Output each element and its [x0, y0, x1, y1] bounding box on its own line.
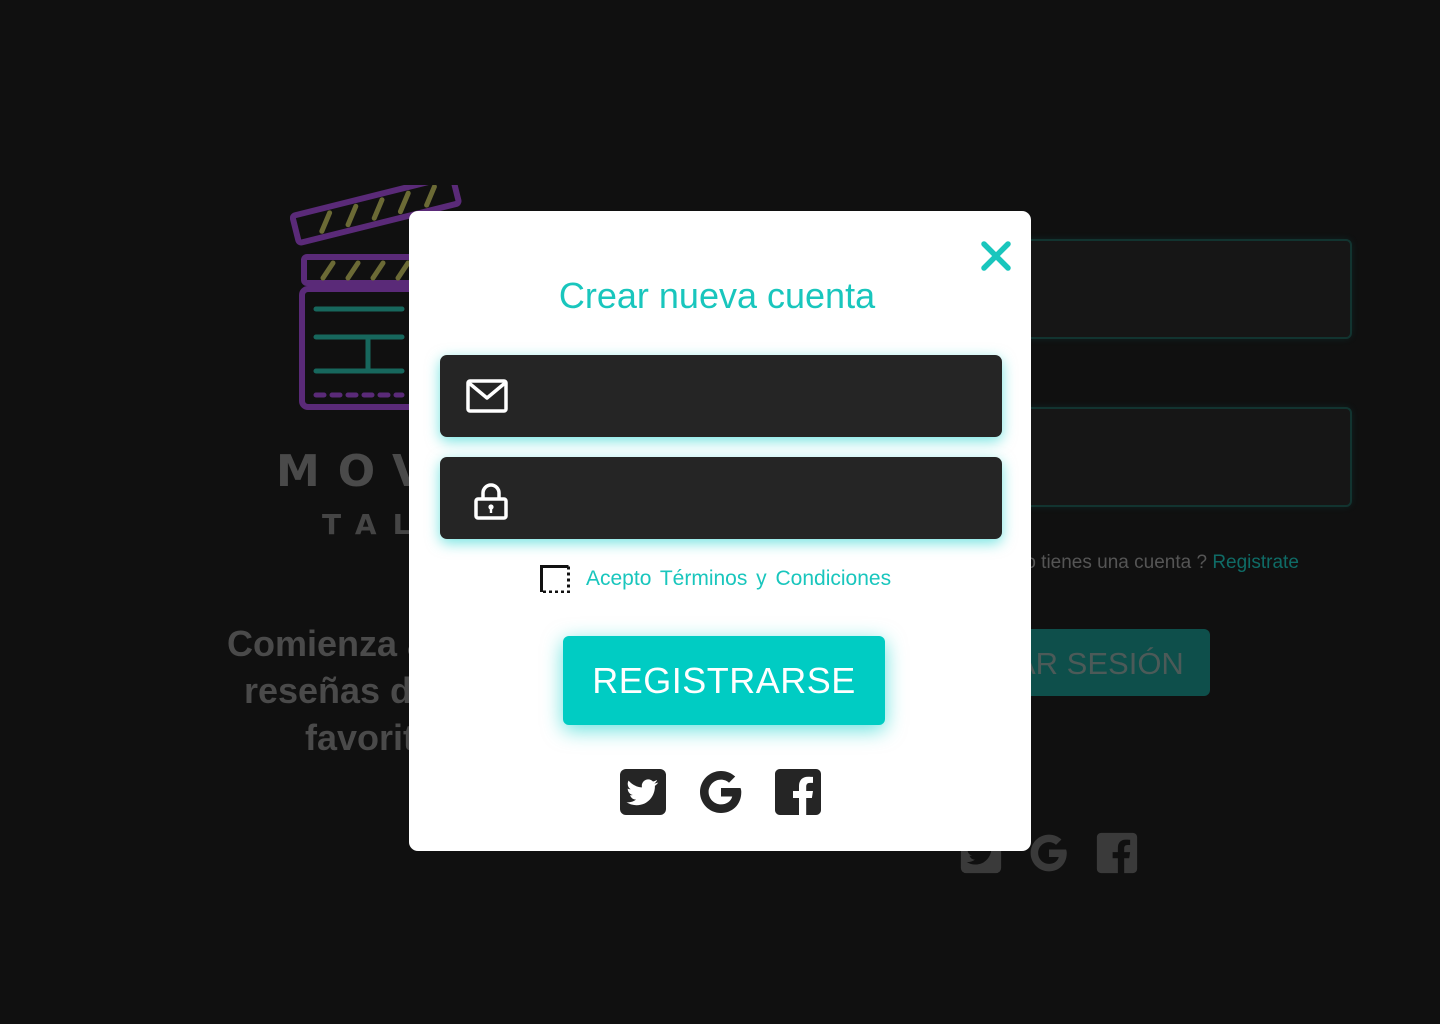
facebook-button[interactable] [774, 768, 822, 816]
register-button[interactable]: REGISTRARSE [563, 636, 885, 725]
envelope-icon [466, 379, 508, 413]
terms-label[interactable]: Acepto Términos y Condiciones [586, 567, 891, 591]
modal-title: Crear nueva cuenta [558, 275, 876, 316]
google-button[interactable] [697, 768, 745, 816]
facebook-icon [775, 769, 821, 815]
google-icon[interactable] [1028, 832, 1070, 874]
account-prompt: ¿No tienes una cuenta ? Registrate [1000, 552, 1299, 574]
terms-row: Acepto Términos y Condiciones [540, 563, 891, 595]
account-prompt-text: ¿No tienes una cuenta ? [1000, 552, 1208, 573]
lock-icon [474, 483, 508, 520]
password-input[interactable] [536, 457, 980, 541]
terms-checkbox[interactable] [540, 565, 570, 593]
register-link[interactable]: Registrate [1212, 552, 1299, 573]
email-field[interactable] [440, 355, 1002, 439]
twitter-icon [620, 769, 666, 815]
google-icon [700, 771, 742, 813]
password-field[interactable] [440, 457, 1002, 541]
email-input[interactable] [536, 355, 980, 439]
close-icon[interactable] [979, 239, 1013, 273]
facebook-icon[interactable] [1096, 832, 1138, 874]
twitter-button[interactable] [619, 768, 667, 816]
register-modal: Crear nueva cuenta Acepto Términos y Con… [409, 211, 1031, 851]
